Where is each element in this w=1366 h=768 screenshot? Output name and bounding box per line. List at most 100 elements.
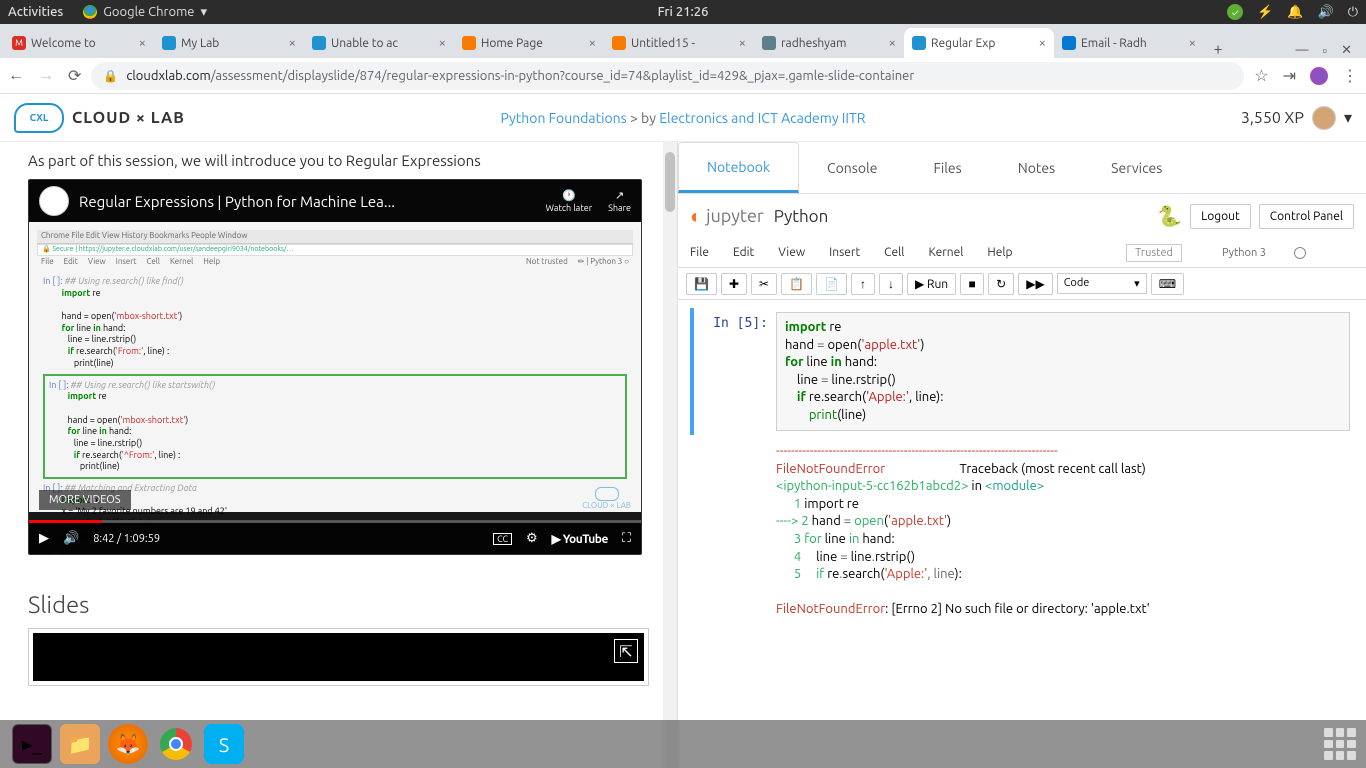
dropdown-caret-icon: ▾	[200, 5, 207, 20]
extension-icon[interactable]	[1310, 67, 1328, 85]
logo[interactable]: CXL CLOUD × LAB	[14, 103, 185, 133]
close-icon[interactable]: ×	[889, 36, 896, 50]
share-button[interactable]: ↗Share	[608, 189, 631, 214]
save-icon[interactable]: 💾	[686, 273, 717, 295]
update-check-icon[interactable]: ✓	[1227, 4, 1243, 20]
chrome-icon[interactable]	[156, 724, 196, 764]
settings-icon[interactable]: ⚙	[526, 531, 538, 546]
menu-view[interactable]: View	[778, 246, 805, 259]
clock[interactable]: Fri 21:26	[658, 5, 709, 19]
channel-icon[interactable]	[39, 186, 69, 216]
youtube-icon[interactable]: ▶ YouTube	[552, 532, 608, 546]
browser-tab-active[interactable]: Regular Exp×	[904, 28, 1054, 58]
scroll-thumb[interactable]	[665, 152, 675, 212]
bell-icon[interactable]: 🔔	[1287, 5, 1303, 20]
more-videos-badge[interactable]: MORE VIDEOS	[39, 490, 131, 510]
cell-type-select[interactable]: Code▾	[1057, 273, 1147, 294]
menu-insert[interactable]: Insert	[829, 246, 860, 259]
forward-icon[interactable]: →	[38, 66, 54, 85]
copy-icon[interactable]: 📋	[781, 273, 812, 295]
browser-tab[interactable]: radheshyam×	[754, 28, 904, 58]
code-input[interactable]: import re hand = open('apple.txt') for l…	[776, 312, 1350, 431]
run-button[interactable]: ▶ Run	[907, 273, 956, 295]
video-title[interactable]: Regular Expressions | Python for Machine…	[79, 193, 546, 210]
app-indicator[interactable]: Google Chrome ▾	[83, 5, 207, 20]
system-tray[interactable]: ✓ ⚡ 🔔 🔊 ⏻	[1227, 4, 1358, 20]
command-palette-icon[interactable]: ⌨	[1151, 273, 1184, 295]
trusted-badge[interactable]: Trusted	[1126, 244, 1182, 262]
volume-icon[interactable]: 🔊	[1318, 5, 1334, 20]
stop-icon[interactable]: ■	[960, 273, 984, 295]
close-icon[interactable]: ×	[439, 36, 446, 50]
cut-icon[interactable]: ✂	[751, 273, 777, 295]
close-icon[interactable]: ×	[1039, 36, 1046, 50]
close-icon[interactable]: ×	[739, 36, 746, 50]
close-icon[interactable]: ×	[289, 36, 296, 50]
files-icon[interactable]: 📁	[60, 724, 100, 764]
scrollbar[interactable]	[663, 142, 677, 768]
menu-kernel[interactable]: Kernel	[928, 246, 963, 259]
dropdown-icon[interactable]: ▾	[1344, 108, 1352, 127]
browser-tab[interactable]: Email - Radh×	[1054, 28, 1204, 58]
terminal-icon[interactable]: ▸_	[12, 724, 52, 764]
power-icon[interactable]: ⏻	[1348, 5, 1358, 20]
skype-icon[interactable]: S	[204, 724, 244, 764]
new-tab-button[interactable]: +	[1204, 40, 1232, 58]
wifi-icon[interactable]: ⚡	[1257, 5, 1273, 20]
apps-grid-icon[interactable]	[1324, 728, 1356, 760]
restart-run-icon[interactable]: ▶▶	[1018, 273, 1052, 295]
jupyter-logo[interactable]: ◐ jupyter	[690, 204, 764, 229]
back-icon[interactable]: ←	[8, 66, 24, 85]
menu-file[interactable]: File	[690, 246, 709, 259]
play-icon[interactable]: ▶	[39, 531, 49, 546]
notebook-body[interactable]: In [5]: import re hand = open('apple.txt…	[678, 300, 1366, 768]
close-icon[interactable]: ×	[139, 36, 146, 50]
close-window-icon[interactable]: ✕	[1341, 43, 1352, 58]
move-down-icon[interactable]: ↓	[879, 273, 903, 295]
menu-icon[interactable]: ⋮	[1342, 66, 1358, 85]
browser-tab[interactable]: My Lab×	[154, 28, 304, 58]
browser-tab[interactable]: Unable to ac×	[304, 28, 454, 58]
browser-tab[interactable]: Home Page×	[454, 28, 604, 58]
maximize-icon[interactable]: ▫	[1322, 43, 1327, 58]
volume-icon[interactable]: 🔊	[63, 531, 79, 546]
move-up-icon[interactable]: ↑	[851, 273, 875, 295]
org-link[interactable]: Electronics and ICT Academy IITR	[659, 110, 865, 126]
browser-tab[interactable]: MWelcome to×	[4, 28, 154, 58]
tab-console[interactable]: Console	[799, 142, 905, 193]
menu-edit[interactable]: Edit	[733, 246, 754, 259]
fullscreen-icon[interactable]: ⛶	[622, 531, 631, 546]
close-icon[interactable]: ×	[589, 36, 596, 50]
tab-notes[interactable]: Notes	[990, 142, 1083, 193]
cc-icon[interactable]: CC	[493, 533, 512, 545]
control-panel-button[interactable]: Control Panel	[1259, 204, 1354, 229]
slides-preview[interactable]: ⇱	[33, 633, 644, 681]
tab-files[interactable]: Files	[905, 142, 989, 193]
reader-icon[interactable]: ⇥	[1283, 66, 1296, 85]
reload-icon[interactable]: ⟳	[68, 66, 81, 85]
avatar[interactable]	[1312, 106, 1336, 130]
add-cell-icon[interactable]: ✚	[721, 273, 747, 295]
youtube-embed[interactable]: Regular Expressions | Python for Machine…	[28, 179, 642, 555]
minimize-icon[interactable]: —	[1296, 43, 1309, 58]
expand-icon[interactable]: ⇱	[614, 639, 638, 663]
close-icon[interactable]: ×	[1189, 36, 1196, 50]
menu-help[interactable]: Help	[987, 246, 1012, 259]
notebook-title[interactable]: Python	[774, 207, 829, 226]
menu-cell[interactable]: Cell	[884, 246, 904, 259]
activities-label[interactable]: Activities	[8, 5, 63, 19]
star-icon[interactable]: ☆	[1254, 66, 1268, 85]
browser-tab[interactable]: Untitled15 -×	[604, 28, 754, 58]
kernel-indicator[interactable]: Python 3	[1222, 247, 1330, 259]
url-input[interactable]: 🔒 cloudxlab.com/assessment/displayslide/…	[91, 62, 1244, 90]
paste-icon[interactable]: 📄	[816, 273, 847, 295]
url-path: /assessment/displayslide/874/regular-exp…	[211, 69, 915, 83]
tab-notebook[interactable]: Notebook	[678, 142, 799, 193]
logout-button[interactable]: Logout	[1190, 204, 1251, 229]
restart-icon[interactable]: ↻	[988, 273, 1014, 295]
firefox-icon[interactable]: 🦊	[108, 724, 148, 764]
code-cell[interactable]: In [5]: import re hand = open('apple.txt…	[690, 308, 1354, 435]
watch-later-button[interactable]: 🕐Watch later	[546, 189, 593, 214]
tab-services[interactable]: Services	[1083, 142, 1190, 193]
course-link[interactable]: Python Foundations	[501, 110, 627, 126]
